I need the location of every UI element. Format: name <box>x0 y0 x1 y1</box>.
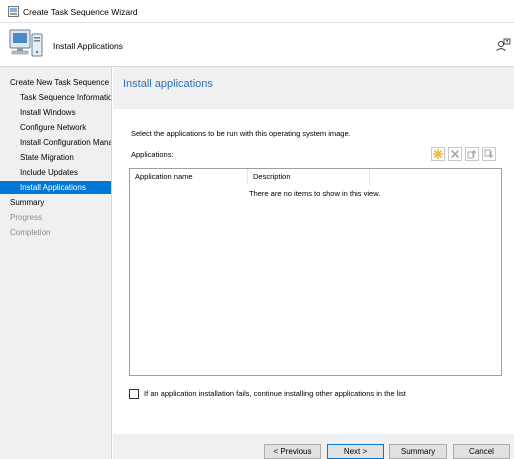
header-title: Install Applications <box>53 41 123 51</box>
wizard-header: Install Applications <box>0 23 514 67</box>
nav-item-task-sequence-information: Task Sequence Information <box>20 93 111 102</box>
cancel-button[interactable]: Cancel <box>453 444 510 459</box>
column-header-description[interactable]: Description <box>248 169 370 185</box>
move-up-button[interactable] <box>465 147 479 161</box>
nav-item-summary: Summary <box>10 198 45 207</box>
computer-icon <box>9 29 43 57</box>
empty-list-message: There are no items to show in this view. <box>249 189 381 198</box>
move-down-icon <box>484 149 494 159</box>
applications-list[interactable]: Application name Description There are n… <box>129 168 502 376</box>
delete-icon <box>451 150 459 158</box>
previous-button[interactable]: < Previous <box>264 444 321 459</box>
title-bar: Create Task Sequence Wizard <box>0 0 514 23</box>
nav-item-install-applications: Install Applications <box>0 181 111 194</box>
new-application-button[interactable] <box>431 147 445 161</box>
wizard-app-icon <box>8 6 19 17</box>
nav-item-create-new-task-sequence: Create New Task Sequence <box>10 78 110 87</box>
page-title: Install applications <box>123 78 213 90</box>
wizard-footer: < Previous Next > Summary Cancel <box>113 434 514 459</box>
continue-on-failure-checkbox[interactable] <box>129 389 139 399</box>
nav-item-install-windows: Install Windows <box>20 108 76 117</box>
summary-button[interactable]: Summary <box>389 444 447 459</box>
move-up-icon <box>467 149 477 159</box>
new-icon <box>432 148 444 160</box>
instruction-text: Select the applications to be run with t… <box>131 129 351 138</box>
nav-item-install-configuration-manager: Install Configuration Manager <box>20 138 111 147</box>
nav-item-state-migration: State Migration <box>20 153 74 162</box>
nav-item-configure-network: Configure Network <box>20 123 87 132</box>
column-header-application-name[interactable]: Application name <box>130 169 248 185</box>
nav-item-include-updates: Include Updates <box>20 168 78 177</box>
nav-item-progress: Progress <box>10 213 43 222</box>
wizard-steps-nav: Create New Task Sequence Task Sequence I… <box>0 67 112 459</box>
nav-item-completion: Completion <box>10 228 51 237</box>
window-title: Create Task Sequence Wizard <box>23 7 138 17</box>
next-button[interactable]: Next > <box>327 444 384 459</box>
continue-on-failure-label[interactable]: If an application installation fails, co… <box>144 389 406 398</box>
wizard-page: Install applications Select the applicat… <box>113 67 514 434</box>
applications-label: Applications: <box>131 150 174 159</box>
delete-application-button[interactable] <box>448 147 462 161</box>
page-header: Install applications <box>113 67 514 109</box>
move-down-button[interactable] <box>482 147 496 161</box>
help-person-icon[interactable] <box>496 38 511 53</box>
